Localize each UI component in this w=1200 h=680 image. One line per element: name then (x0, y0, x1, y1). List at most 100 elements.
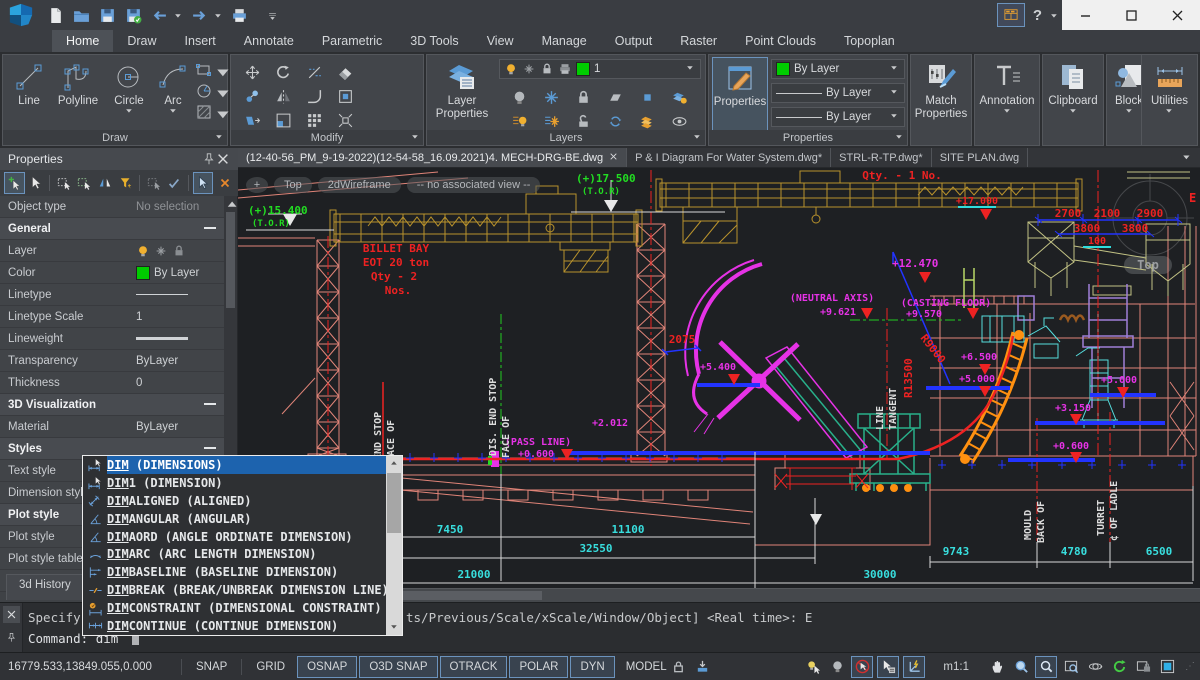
erase-button[interactable] (330, 61, 360, 84)
redo-dropdown[interactable] (214, 10, 224, 20)
arc-dropdown[interactable] (168, 107, 178, 117)
rotate-button[interactable] (268, 61, 298, 84)
property-row[interactable]: 3D Visualization (0, 394, 226, 416)
ribbon-tab-output[interactable]: Output (601, 30, 667, 52)
apply-button[interactable] (165, 173, 184, 193)
scroll-up-icon[interactable] (386, 456, 402, 471)
ribbon-tab-manage[interactable]: Manage (528, 30, 601, 52)
undo-button[interactable] (148, 4, 170, 26)
property-row[interactable]: Object typeNo selection (0, 196, 226, 218)
ribbon-tab-3d-tools[interactable]: 3D Tools (396, 30, 472, 52)
customize-quick-access-button[interactable] (268, 10, 278, 20)
workspace-switcher-button[interactable] (997, 3, 1025, 27)
toggle-otrack[interactable]: OTRACK (440, 656, 508, 678)
layer-walk-button[interactable] (663, 85, 695, 109)
draw-panel-dropdown[interactable] (215, 133, 224, 142)
clear-button[interactable] (215, 173, 234, 193)
layer-dropdown[interactable]: 1 (499, 59, 701, 79)
document-tab[interactable]: SITE PLAN.dwg (932, 148, 1028, 167)
toggle-o3d-snap[interactable]: O3D SNAP (359, 656, 437, 678)
hatch-button[interactable] (195, 103, 225, 121)
save-button[interactable] (96, 4, 118, 26)
ribbon-tab-draw[interactable]: Draw (113, 30, 170, 52)
explode-button[interactable] (330, 109, 360, 132)
select-crossing-button[interactable] (75, 173, 94, 193)
tray-icon[interactable] (693, 657, 713, 677)
command-pin-icon[interactable] (3, 629, 20, 646)
layer-off-button[interactable] (503, 85, 535, 109)
autocomplete-item[interactable]: DIMANGULAR (ANGULAR) (83, 510, 402, 528)
mirror-button[interactable] (268, 85, 298, 108)
zoom-window-icon[interactable] (1061, 657, 1081, 677)
circle-button[interactable]: Circle (107, 57, 151, 117)
array-button[interactable] (299, 109, 329, 132)
trim-button[interactable] (299, 61, 329, 84)
palette-close-icon[interactable] (216, 152, 230, 166)
autocomplete-item[interactable]: DIM (DIMENSIONS) (83, 456, 402, 474)
stretch-button[interactable] (237, 109, 267, 132)
line-button[interactable]: Line (7, 57, 51, 107)
copy-button[interactable] (237, 85, 267, 108)
annotation-scale-button[interactable]: m1:1 (943, 661, 969, 673)
resize-grip[interactable]: ⋰ (1185, 661, 1196, 672)
pan-icon[interactable] (987, 657, 1007, 677)
layer-current-button[interactable] (631, 85, 663, 109)
ribbon-tab-home[interactable]: Home (52, 30, 113, 52)
rectangle-button[interactable] (195, 61, 225, 79)
annotation-button[interactable]: Annotation (976, 57, 1038, 117)
properties-panel-dropdown[interactable] (895, 133, 904, 142)
property-row[interactable]: Layer (0, 240, 226, 262)
ribbon-tab-insert[interactable]: Insert (171, 30, 230, 52)
quad-cursor-icon[interactable] (803, 657, 823, 677)
quick-select-button[interactable] (96, 173, 115, 193)
toggle-grid[interactable]: GRID (246, 656, 295, 678)
toggle-snap[interactable]: SNAP (186, 656, 237, 678)
modify-panel-dropdown[interactable] (411, 133, 420, 142)
pick-point-button[interactable] (193, 172, 214, 194)
lock-ui-icon[interactable] (669, 657, 689, 677)
document-tab[interactable]: STRL-R-TP.dwg* (831, 148, 932, 167)
autocomplete-item[interactable]: DIMALIGNED (ALIGNED) (83, 492, 402, 510)
ellipse-button[interactable] (195, 82, 225, 100)
layer-lock-button[interactable] (567, 85, 599, 109)
property-row[interactable]: MaterialByLayer (0, 416, 226, 438)
quad-menu-icon[interactable] (877, 656, 899, 678)
viewport-visualstyle-button[interactable]: 2dWireframe (318, 177, 401, 193)
maximize-button[interactable] (1116, 4, 1146, 26)
ribbon-tab-annotate[interactable]: Annotate (230, 30, 308, 52)
autocomplete-item[interactable]: DIMCONTINUE (CONTINUE DIMENSION) (83, 617, 402, 635)
viewport-add-button[interactable]: + (246, 177, 268, 193)
move-button[interactable] (237, 61, 267, 84)
autocomplete-item[interactable]: DIM1 (DIMENSION) (83, 474, 402, 492)
zoom-icon[interactable] (1011, 657, 1031, 677)
command-close-icon[interactable] (3, 606, 20, 623)
properties-panel-toggle-button[interactable]: Properties (712, 57, 768, 131)
color-control[interactable]: By Layer (771, 59, 905, 79)
utilities-button[interactable]: Utilities (1143, 57, 1196, 117)
property-row[interactable]: Thickness0 (0, 372, 226, 394)
layer-isolate-button[interactable] (599, 85, 631, 109)
filter-button[interactable] (117, 173, 136, 193)
close-button[interactable] (1162, 4, 1192, 26)
autocomplete-item[interactable]: DIMBASELINE (BASELINE DIMENSION) (83, 563, 402, 581)
layout-lock-icon[interactable] (1133, 657, 1153, 677)
layers-panel-dropdown[interactable] (693, 133, 702, 142)
ribbon-tab-parametric[interactable]: Parametric (308, 30, 396, 52)
zoom-realtime-icon[interactable] (1035, 656, 1057, 678)
linetype-control[interactable]: By Layer (771, 83, 905, 103)
property-row[interactable]: TransparencyByLayer (0, 350, 226, 372)
orbit-icon[interactable] (1085, 657, 1105, 677)
arc-button[interactable]: Arc (153, 57, 193, 117)
property-row[interactable]: Lineweight (0, 328, 226, 350)
toggle-dyn[interactable]: DYN (570, 656, 614, 678)
property-row[interactable]: General (0, 218, 226, 240)
select-button[interactable] (27, 173, 46, 193)
document-tab[interactable]: P & I Diagram For Water System.dwg* (627, 148, 831, 167)
viewport-view-button[interactable]: Top (274, 177, 312, 193)
help-button[interactable]: ? (1033, 7, 1042, 24)
select-previous-button[interactable] (144, 173, 163, 193)
layer-properties-button[interactable]: Layer Properties (429, 57, 495, 120)
save-all-button[interactable] (122, 4, 144, 26)
selection-off-icon[interactable] (851, 656, 873, 678)
scale-button[interactable] (268, 109, 298, 132)
